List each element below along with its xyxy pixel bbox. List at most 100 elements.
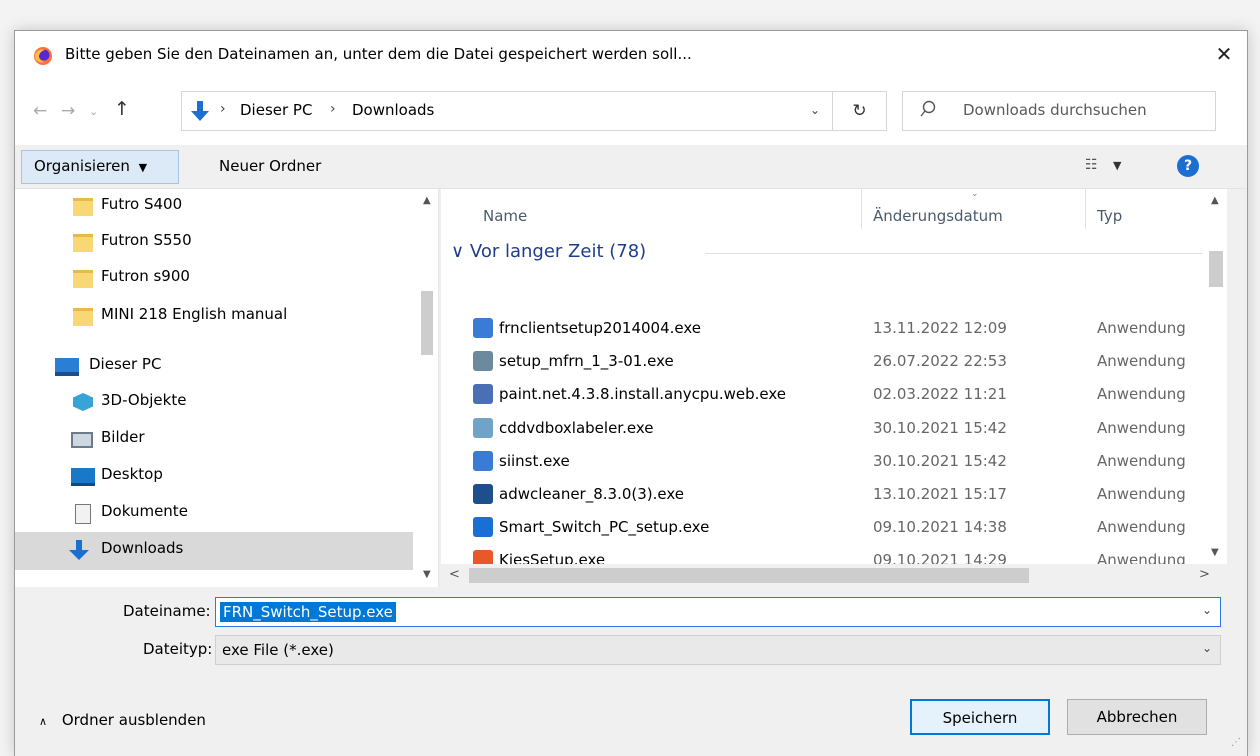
- back-button[interactable]: ←: [33, 101, 47, 121]
- column-header-type[interactable]: Typ: [1097, 207, 1122, 225]
- chevron-down-icon: ▼: [138, 161, 148, 174]
- chevron-down-icon[interactable]: ⌄: [1202, 641, 1212, 655]
- scroll-left-icon[interactable]: <: [449, 567, 460, 582]
- filetype-value: exe File (*.exe): [222, 641, 334, 659]
- file-type: Anwendung: [1097, 352, 1186, 371]
- nav-item-downloads[interactable]: Downloads: [15, 532, 415, 570]
- downloads-icon: [69, 540, 89, 560]
- cd-icon: [473, 417, 493, 438]
- chevron-up-icon: ∧: [39, 715, 48, 728]
- documents-icon: [75, 504, 91, 524]
- column-header-date[interactable]: Änderungsdatum: [873, 207, 1003, 225]
- 3d-objects-icon: [73, 393, 93, 411]
- save-button[interactable]: Speichern: [910, 699, 1050, 735]
- nav-item-bilder[interactable]: Bilder: [15, 422, 415, 458]
- filelist-vertical-scrollbar[interactable]: ▲ ▼: [1203, 189, 1227, 564]
- filetype-select[interactable]: exe File (*.exe) ⌄: [215, 635, 1221, 665]
- address-dropdown-icon[interactable]: ⌄: [810, 103, 820, 117]
- file-date: 30.10.2021 15:42: [873, 451, 1007, 470]
- organize-button[interactable]: Organisieren ▼: [21, 150, 179, 184]
- nav-item-dokumente[interactable]: Dokumente: [15, 496, 415, 532]
- folder-icon: [73, 270, 93, 288]
- column-divider[interactable]: [861, 189, 862, 229]
- file-name: adwcleaner_8.3.0(3).exe: [499, 485, 685, 503]
- breadcrumb-item-downloads[interactable]: Downloads: [352, 101, 434, 119]
- close-button[interactable]: ✕: [1201, 31, 1247, 77]
- save-dialog: Bitte geben Sie den Dateinamen an, unter…: [14, 30, 1248, 756]
- scroll-right-icon[interactable]: >: [1199, 567, 1210, 582]
- file-name: setup_mfrn_1_3-01.exe: [499, 352, 674, 371]
- forward-button[interactable]: →: [61, 101, 75, 121]
- file-type: Anwendung: [1097, 518, 1186, 537]
- firefox-icon: [34, 47, 52, 65]
- breadcrumb-separator: ›: [330, 101, 336, 117]
- recent-locations-button[interactable]: ⌄: [89, 105, 98, 118]
- file-row[interactable]: siinst.exe 30.10.2021 15:42 Anwendung: [441, 446, 1203, 479]
- file-name: cddvdboxlabeler.exe: [499, 418, 654, 437]
- search-input[interactable]: Downloads durchsuchen: [963, 101, 1147, 119]
- file-type: Anwendung: [1097, 385, 1186, 404]
- filename-label: Dateiname:: [123, 602, 211, 620]
- column-divider[interactable]: [1085, 189, 1086, 229]
- file-type: Anwendung: [1097, 418, 1186, 437]
- nav-item-futro-s400[interactable]: Futro S400: [15, 189, 415, 225]
- file-name: frnclientsetup2014004.exe: [499, 319, 702, 337]
- hide-folders-button[interactable]: ∧ Ordner ausblenden: [39, 711, 206, 729]
- organize-label: Organisieren: [34, 157, 130, 175]
- scrollbar-thumb[interactable]: [1209, 251, 1223, 287]
- nav-item-desktop[interactable]: Desktop: [15, 459, 415, 495]
- filelist-horizontal-scrollbar[interactable]: < >: [441, 564, 1227, 587]
- file-row[interactable]: setup_mfrn_1_3-01.exe 26.07.2022 22:53 Anw…: [441, 346, 1203, 379]
- file-row[interactable]: frnclientsetup2014004.exe 13.11.2022 12:0…: [441, 313, 1203, 346]
- search-box[interactable]: Downloads durchsuchen: [902, 91, 1216, 131]
- scrollbar-thumb[interactable]: [421, 291, 433, 355]
- filename-field[interactable]: FRN_Switch_Setup.exe ⌄: [215, 597, 1221, 627]
- folder-icon: [73, 198, 93, 216]
- file-date: 09.10.2021 14:38: [873, 518, 1007, 537]
- nav-item-dieser-pc[interactable]: Dieser PC: [15, 349, 415, 385]
- nav-item-mini-218-manual[interactable]: MINI 218 English manual: [15, 299, 415, 335]
- file-date: 13.11.2022 12:09: [873, 319, 1007, 337]
- file-row[interactable]: cddvdboxlabeler.exe 30.10.2021 15:42 Anwen…: [441, 413, 1203, 446]
- new-folder-button[interactable]: Neuer Ordner: [219, 157, 321, 175]
- file-name: siinst.exe: [499, 451, 570, 470]
- scroll-up-icon[interactable]: ▲: [423, 195, 431, 206]
- nav-item-futron-s550[interactable]: Futron S550: [15, 225, 415, 261]
- navpane-scrollbar[interactable]: ▲ ▼: [413, 189, 438, 587]
- nav-item-3d-objekte[interactable]: 3D-Objekte: [15, 385, 415, 421]
- file-row[interactable]: Smart_Switch_PC_setup.exe 09.10.2021 14:3…: [441, 512, 1203, 545]
- installer-icon: [473, 318, 493, 338]
- breadcrumb-item-dieser-pc[interactable]: Dieser PC: [240, 101, 312, 119]
- group-header[interactable]: ∨ Vor langer Zeit (78): [451, 241, 646, 262]
- nav-item-label: Futro S400: [101, 195, 183, 213]
- nav-item-label: Futron s900: [101, 267, 190, 285]
- file-list: ⌄ Name Änderungsdatum Typ ∨ Vor langer Z…: [441, 189, 1227, 587]
- file-row[interactable]: paint.net.4.3.8.install.anycpu.web.exe 02…: [441, 379, 1203, 412]
- refresh-button[interactable]: ↻: [833, 91, 887, 131]
- nav-item-label: Downloads: [101, 539, 184, 557]
- up-button[interactable]: ↑: [114, 98, 130, 120]
- folder-icon: [73, 234, 93, 252]
- view-dropdown-icon[interactable]: ▼: [1113, 159, 1121, 172]
- scroll-up-icon[interactable]: ▲: [1211, 195, 1219, 206]
- address-bar[interactable]: › Dieser PC › Downloads ⌄: [181, 91, 833, 131]
- view-options-icon[interactable]: ☷: [1085, 157, 1098, 173]
- column-header-name[interactable]: Name: [483, 207, 527, 225]
- file-date: 13.10.2021 15:17: [873, 485, 1007, 503]
- chevron-down-icon[interactable]: ⌄: [1202, 603, 1212, 617]
- nav-item-futron-s900[interactable]: Futron s900: [15, 261, 415, 297]
- breadcrumb-separator: ›: [220, 101, 226, 117]
- help-icon[interactable]: ?: [1177, 155, 1199, 177]
- scroll-down-icon[interactable]: ▼: [1211, 547, 1219, 558]
- cancel-button[interactable]: Abbrechen: [1067, 699, 1207, 735]
- resize-grip-icon[interactable]: ⋰: [1231, 737, 1241, 748]
- title-bar: Bitte geben Sie den Dateinamen an, unter…: [15, 31, 1247, 77]
- scroll-down-icon[interactable]: ▼: [423, 569, 431, 580]
- hide-folders-label: Ordner ausblenden: [61, 711, 206, 729]
- filename-input[interactable]: FRN_Switch_Setup.exe: [220, 602, 396, 622]
- file-row[interactable]: adwcleaner_8.3.0(3).exe 13.10.2021 15:17 A…: [441, 479, 1203, 512]
- file-name: paint.net.4.3.8.install.anycpu.web.exe: [499, 385, 787, 404]
- scrollbar-thumb[interactable]: [469, 568, 1029, 583]
- setup-icon: [473, 351, 493, 372]
- folder-icon: [73, 308, 93, 326]
